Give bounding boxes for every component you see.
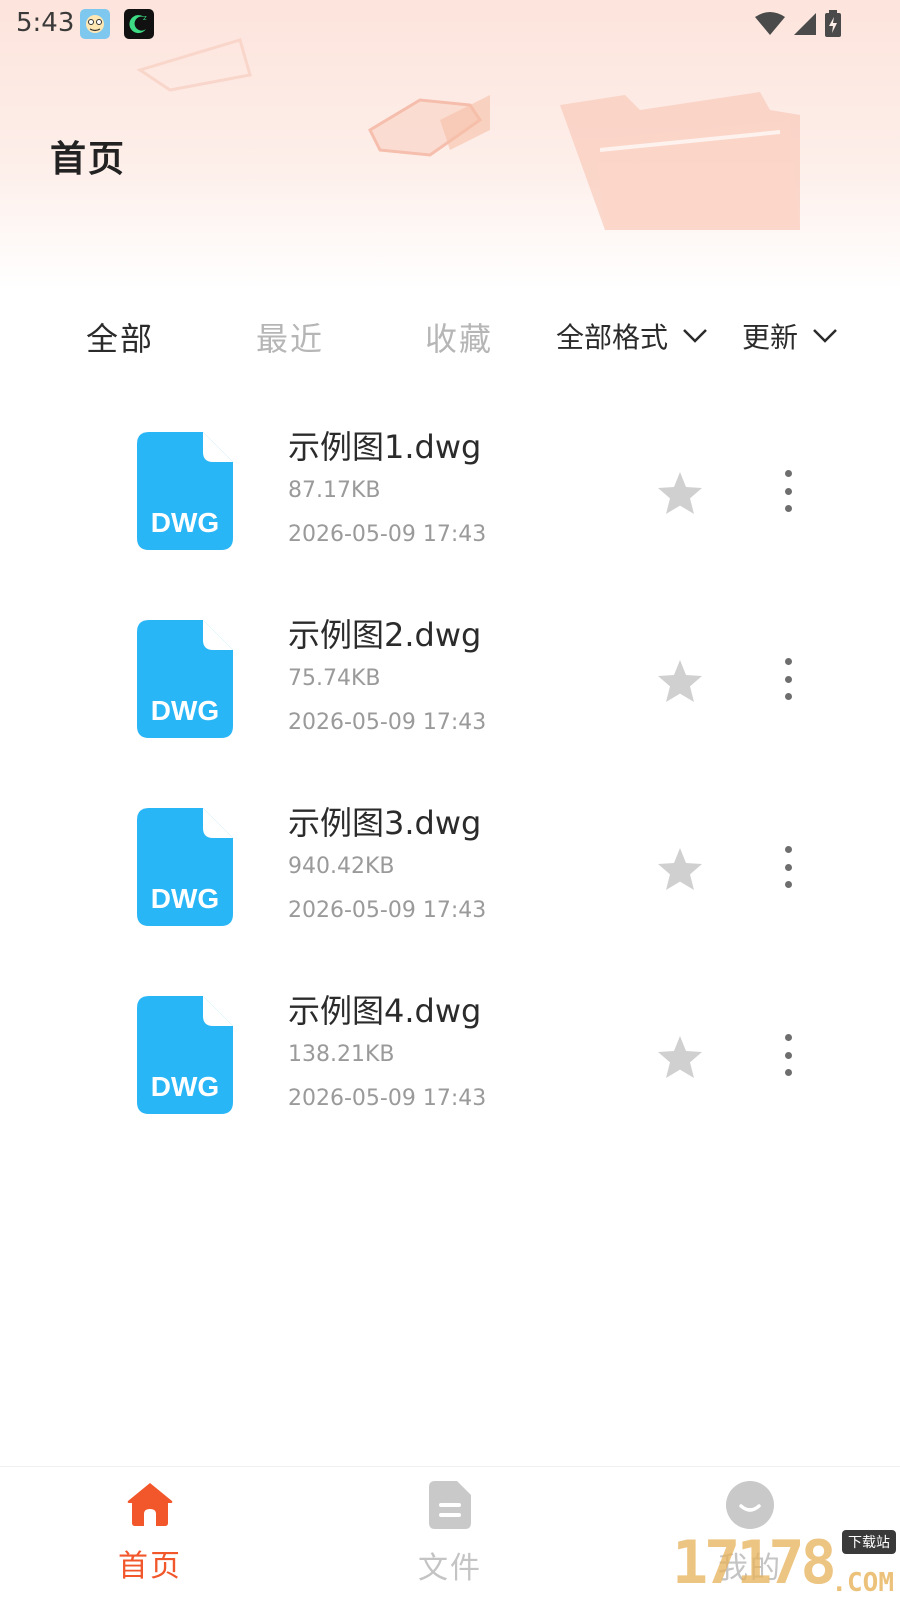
chevron-down-icon: [683, 329, 707, 343]
dwg-file-icon: DWG: [137, 808, 233, 926]
document-icon: [429, 1481, 471, 1529]
dwg-icon-label: DWG: [151, 1071, 219, 1102]
file-list-item[interactable]: DWG 示例图1.dwg 87.17KB 2026-05-09 17:43: [0, 400, 900, 588]
chevron-down-icon: [813, 329, 837, 343]
dwg-file-icon: DWG: [137, 432, 233, 550]
dwg-icon-label: DWG: [151, 695, 219, 726]
watermark-suffix: .COM: [831, 1568, 894, 1598]
watermark-digits: 17178: [672, 1528, 837, 1598]
file-date: 2026-05-09 17:43: [288, 1086, 487, 1111]
more-options-icon[interactable]: [770, 466, 806, 516]
dwg-file-icon: DWG: [137, 620, 233, 738]
tab-favorites[interactable]: 收藏: [425, 314, 493, 360]
format-filter-label: 全部格式: [556, 321, 669, 354]
star-favorite-icon[interactable]: [656, 1034, 704, 1080]
tab-all[interactable]: 全部: [86, 314, 154, 360]
wifi-icon: [755, 12, 785, 35]
file-name: 示例图1.dwg: [288, 428, 482, 466]
filter-tabs-bar: 全部 最近 收藏 全部格式 更新: [0, 300, 900, 370]
file-name: 示例图3.dwg: [288, 804, 482, 842]
sort-label: 更新: [742, 321, 799, 354]
file-list-item[interactable]: DWG 示例图2.dwg 75.74KB 2026-05-09 17:43: [0, 588, 900, 776]
file-size: 940.42KB: [288, 854, 395, 879]
file-date: 2026-05-09 17:43: [288, 522, 487, 547]
dwg-file-icon: DWG: [137, 996, 233, 1114]
nav-home[interactable]: 首页: [70, 1481, 230, 1585]
star-favorite-icon[interactable]: [656, 470, 704, 516]
file-size: 87.17KB: [288, 478, 381, 503]
nav-home-label: 首页: [118, 1549, 182, 1584]
more-options-icon[interactable]: [770, 842, 806, 892]
file-size: 138.21KB: [288, 1042, 395, 1067]
status-indicators: [754, 10, 842, 38]
file-list-item[interactable]: DWG 示例图4.dwg 138.21KB 2026-05-09 17:43: [0, 964, 900, 1152]
file-list: DWG 示例图1.dwg 87.17KB 2026-05-09 17:43 DW…: [0, 400, 900, 1152]
file-name: 示例图2.dwg: [288, 616, 482, 654]
file-list-item[interactable]: DWG 示例图3.dwg 940.42KB 2026-05-09 17:43: [0, 776, 900, 964]
watermark-tag: 下载站: [842, 1530, 896, 1554]
tab-recent[interactable]: 最近: [256, 314, 324, 360]
file-date: 2026-05-09 17:43: [288, 898, 487, 923]
site-watermark: 17178 下载站 .COM: [672, 1526, 900, 1600]
format-filter-dropdown[interactable]: 全部格式: [556, 316, 708, 356]
sort-dropdown[interactable]: 更新: [742, 316, 838, 356]
status-time: 5:43: [16, 8, 75, 38]
notification-app-icon-1: [80, 9, 110, 39]
file-name: 示例图4.dwg: [288, 992, 482, 1030]
dwg-icon-label: DWG: [151, 883, 219, 914]
star-favorite-icon[interactable]: [656, 846, 704, 892]
svg-text:z: z: [143, 14, 147, 22]
dwg-icon-label: DWG: [151, 507, 219, 538]
page-title: 首页: [50, 139, 127, 180]
file-size: 75.74KB: [288, 666, 381, 691]
cellular-signal-icon: [794, 13, 816, 35]
more-options-icon[interactable]: [770, 654, 806, 704]
more-options-icon[interactable]: [770, 1030, 806, 1080]
notification-app-icon-2: z: [124, 9, 154, 39]
nav-files[interactable]: 文件: [370, 1481, 530, 1587]
profile-icon: [726, 1481, 774, 1529]
star-favorite-icon[interactable]: [656, 658, 704, 704]
file-date: 2026-05-09 17:43: [288, 710, 487, 735]
status-bar: 5:43 z: [0, 0, 900, 48]
battery-charging-icon: [825, 10, 841, 37]
home-icon: [127, 1483, 173, 1526]
nav-files-label: 文件: [418, 1551, 482, 1586]
